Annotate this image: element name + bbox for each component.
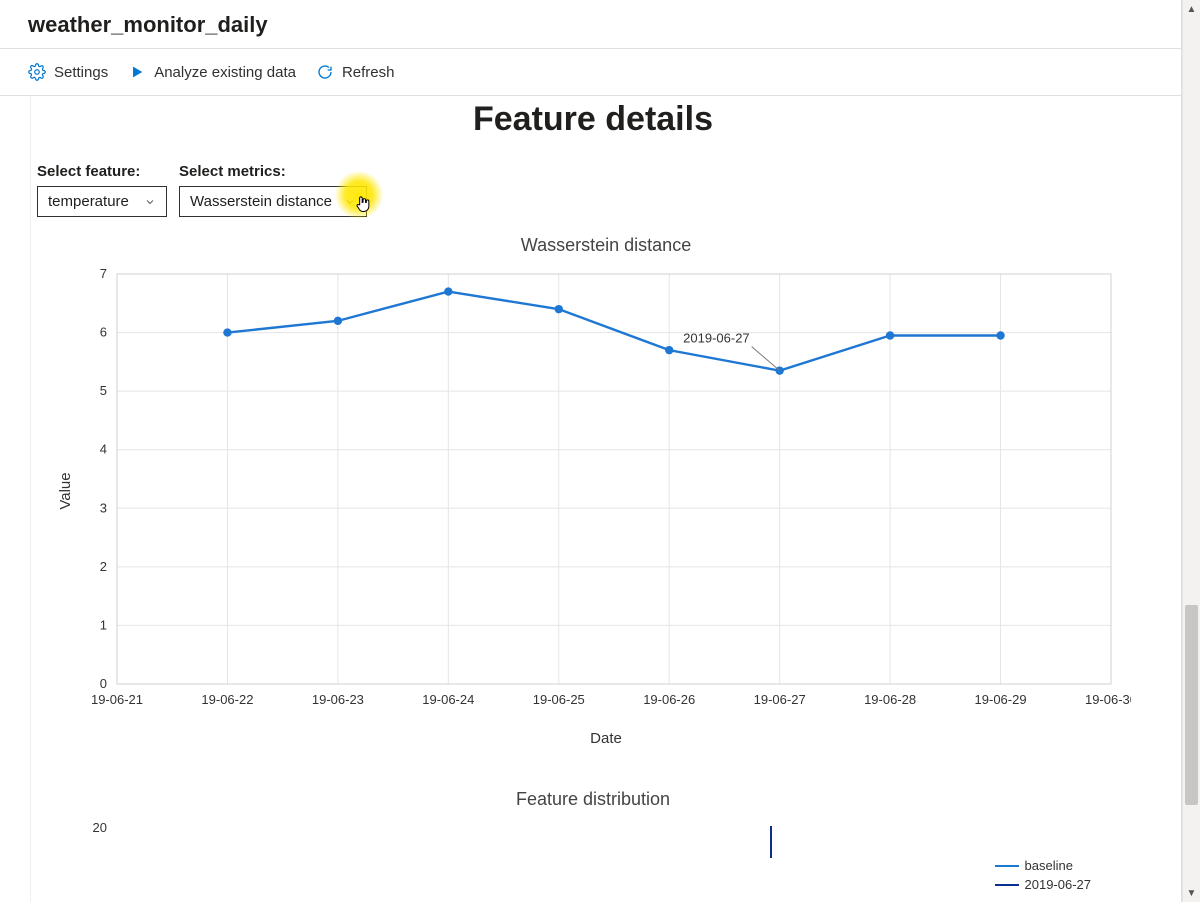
svg-text:20: 20	[93, 820, 107, 835]
svg-text:1: 1	[100, 617, 107, 632]
svg-text:19-06-23: 19-06-23	[312, 692, 364, 707]
analyze-label: Analyze existing data	[154, 64, 296, 81]
legend-label: 2019-06-27	[1025, 877, 1092, 892]
feature-dropdown-value: temperature	[48, 193, 129, 210]
refresh-label: Refresh	[342, 64, 395, 81]
feature-select-label: Select feature:	[37, 163, 167, 180]
svg-text:19-06-21: 19-06-21	[91, 692, 143, 707]
metrics-dropdown[interactable]: Wasserstein distance	[179, 186, 367, 217]
legend-swatch	[995, 865, 1019, 867]
refresh-button[interactable]: Refresh	[316, 63, 395, 81]
gear-icon	[28, 63, 46, 81]
svg-text:4: 4	[100, 442, 107, 457]
x-axis-label: Date	[71, 730, 1141, 747]
legend-label: baseline	[1025, 858, 1073, 873]
svg-text:19-06-25: 19-06-25	[533, 692, 585, 707]
dist-chart-svg: 20	[71, 818, 1131, 874]
scroll-thumb[interactable]	[1185, 605, 1198, 805]
svg-text:3: 3	[100, 500, 107, 515]
settings-button[interactable]: Settings	[28, 63, 108, 81]
svg-text:19-06-28: 19-06-28	[864, 692, 916, 707]
legend-item-baseline: baseline	[995, 858, 1092, 873]
svg-text:7: 7	[100, 266, 107, 281]
feature-distribution-chart: 20	[71, 818, 1141, 874]
metrics-dropdown-value: Wasserstein distance	[190, 193, 332, 210]
legend: baseline 2019-06-27	[995, 858, 1092, 896]
chevron-down-icon	[144, 196, 156, 208]
chevron-down-icon	[344, 196, 356, 208]
svg-text:19-06-22: 19-06-22	[201, 692, 253, 707]
refresh-icon	[316, 63, 334, 81]
svg-text:6: 6	[100, 325, 107, 340]
play-icon	[128, 63, 146, 81]
svg-text:19-06-30: 19-06-30	[1085, 692, 1131, 707]
legend-item-2019-06-27: 2019-06-27	[995, 877, 1092, 892]
svg-text:5: 5	[100, 383, 107, 398]
chart-title: Wasserstein distance	[71, 235, 1141, 256]
header: weather_monitor_daily	[0, 0, 1181, 49]
toolbar: Settings Analyze existing data Refres	[0, 49, 1181, 96]
second-chart-title: Feature distribution	[35, 789, 1151, 810]
page-title: weather_monitor_daily	[28, 12, 1153, 38]
wasserstein-chart: Wasserstein distance Value 0123456719-06…	[71, 235, 1141, 747]
legend-swatch	[995, 884, 1019, 886]
scroll-up-arrow-icon[interactable]: ▲	[1183, 0, 1200, 18]
section-title: Feature details	[35, 100, 1151, 139]
svg-text:19-06-26: 19-06-26	[643, 692, 695, 707]
svg-text:19-06-29: 19-06-29	[975, 692, 1027, 707]
svg-text:2: 2	[100, 559, 107, 574]
svg-text:19-06-24: 19-06-24	[422, 692, 474, 707]
svg-text:2019-06-27: 2019-06-27	[683, 331, 750, 346]
line-chart-svg: 0 1 2 3 4 5 6 7 19-06-21 19-06-22 19-06-23 19-06-24…	[71, 264, 1131, 724]
metrics-select-label: Select metrics:	[179, 163, 367, 180]
feature-dropdown[interactable]: temperature	[37, 186, 167, 217]
svg-text:19-06-27: 19-06-27	[754, 692, 806, 707]
svg-text:0: 0	[100, 676, 107, 691]
scroll-down-arrow-icon[interactable]: ▼	[1183, 884, 1200, 902]
scrollbar[interactable]: ▲ ▼	[1182, 0, 1200, 902]
analyze-button[interactable]: Analyze existing data	[128, 63, 296, 81]
settings-label: Settings	[54, 64, 108, 81]
y-axis-label: Value	[57, 472, 74, 509]
